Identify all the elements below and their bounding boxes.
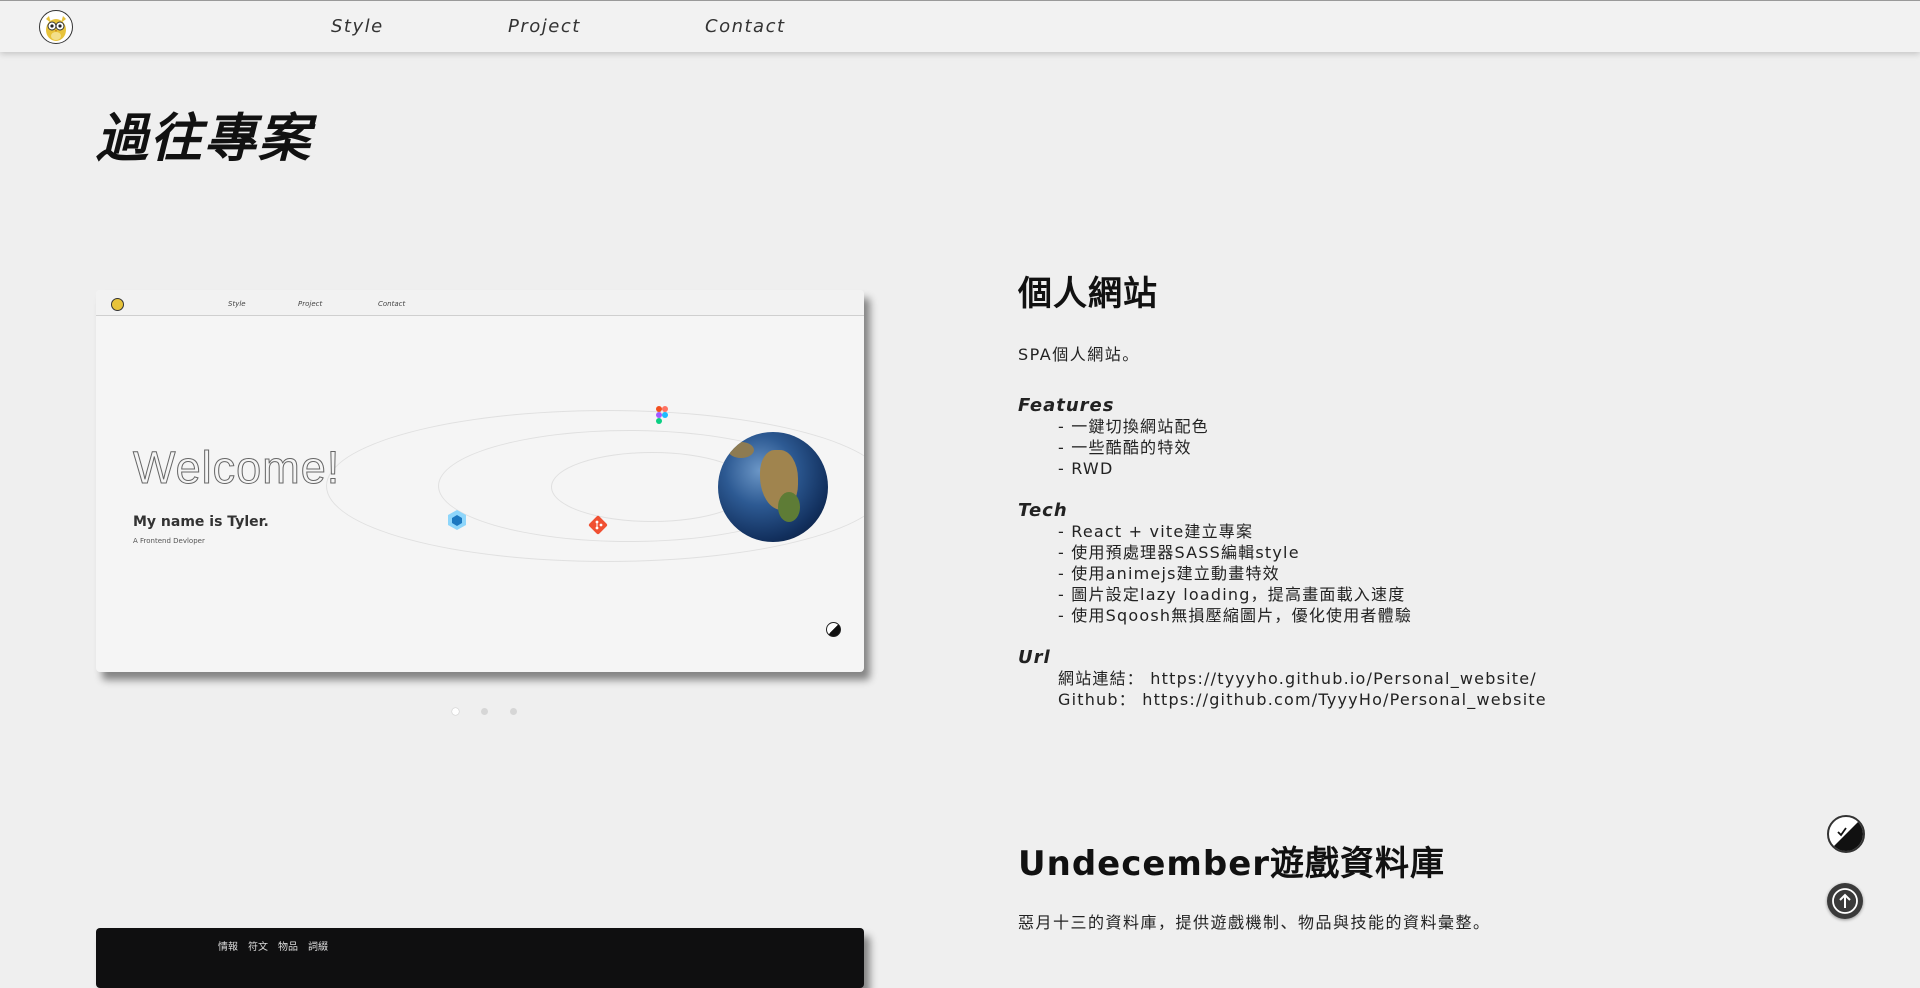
carousel-dot-3[interactable]: [510, 708, 518, 715]
carousel-dots: [452, 700, 534, 719]
website-link[interactable]: 網站連結： https://tyyyho.github.io/Personal_…: [1018, 668, 1778, 689]
feature-item: - 一些酷酷的特效: [1058, 438, 1192, 457]
preview2-nav-item: 情報: [218, 942, 238, 953]
url-heading: Url: [1018, 647, 1051, 668]
theme-toggle-icon: [1833, 821, 1863, 851]
preview-tagline: A Frontend Devloper: [133, 537, 205, 545]
preview2-nav-item: 詞綴: [308, 942, 328, 953]
nav-link-project[interactable]: Project: [508, 16, 581, 37]
preview-name-line: My name is Tyler.: [133, 514, 269, 530]
tech-item: - 圖片設定lazy loading，提高畫面載入速度: [1058, 585, 1406, 604]
preview-theme-toggle-icon: [826, 622, 841, 637]
theme-toggle-button[interactable]: [1827, 815, 1865, 853]
carousel-dot-1[interactable]: [452, 708, 459, 715]
nav-link-style[interactable]: Style: [331, 16, 384, 37]
preview-nav-project: Project: [298, 300, 323, 308]
github-link[interactable]: Github： https://github.com/TyyyHo/Person…: [1018, 689, 1778, 710]
project-title: Undecember遊戲資料庫: [1018, 844, 1446, 884]
project-info-personal-website: 個人網站 SPA個人網站。 Features - 一鍵切換網站配色 - 一些酷酷…: [1018, 266, 1778, 710]
preview2-nav-item: 符文: [248, 942, 268, 953]
scroll-to-top-button[interactable]: [1827, 883, 1863, 919]
earth-icon: [718, 432, 828, 542]
project-info-undecember: Undecember遊戲資料庫 惡月十三的資料庫，提供遊戲機制、物品與技能的資料…: [1018, 836, 1778, 933]
arrow-up-icon: [1832, 888, 1858, 914]
project-description: SPA個人網站。: [1018, 345, 1140, 364]
preview-owl-logo-icon: [111, 298, 124, 311]
page-title: 過往專案: [96, 109, 313, 169]
git-icon: [588, 515, 608, 535]
project-description: 惡月十三的資料庫，提供遊戲機制、物品與技能的資料彙整。: [1018, 913, 1491, 932]
tech-item: - 使用animejs建立動畫特效: [1058, 564, 1280, 583]
feature-item: - RWD: [1058, 459, 1114, 478]
webpack-icon: [448, 510, 466, 530]
project-preview-undecember[interactable]: 情報 符文 物品 詞綴: [96, 928, 864, 988]
tech-item: - 使用Sqoosh無損壓縮圖片，優化使用者體驗: [1058, 606, 1413, 625]
tech-item: - 使用預處理器SASS編輯style: [1058, 543, 1300, 562]
tech-heading: Tech: [1018, 500, 1068, 521]
figma-icon: [656, 406, 668, 426]
preview-welcome-heading: Welcome!: [132, 442, 341, 494]
preview-nav-style: Style: [228, 300, 246, 308]
preview2-nav-item: 物品: [278, 942, 298, 953]
project-preview-personal-website[interactable]: Style Project Contact Welcome! My name i…: [96, 290, 864, 672]
preview-navbar: Style Project Contact: [96, 290, 864, 316]
features-heading: Features: [1018, 395, 1115, 416]
carousel-dot-2[interactable]: [481, 708, 489, 715]
project-title: 個人網站: [1018, 274, 1158, 314]
nav-link-contact[interactable]: Contact: [705, 16, 786, 37]
feature-item: - 一鍵切換網站配色: [1058, 417, 1209, 436]
preview-nav-contact: Contact: [378, 300, 406, 308]
tech-item: - React + vite建立專案: [1058, 522, 1254, 541]
owl-logo-icon[interactable]: [39, 10, 73, 44]
top-navbar: Style Project Contact: [0, 0, 1920, 52]
